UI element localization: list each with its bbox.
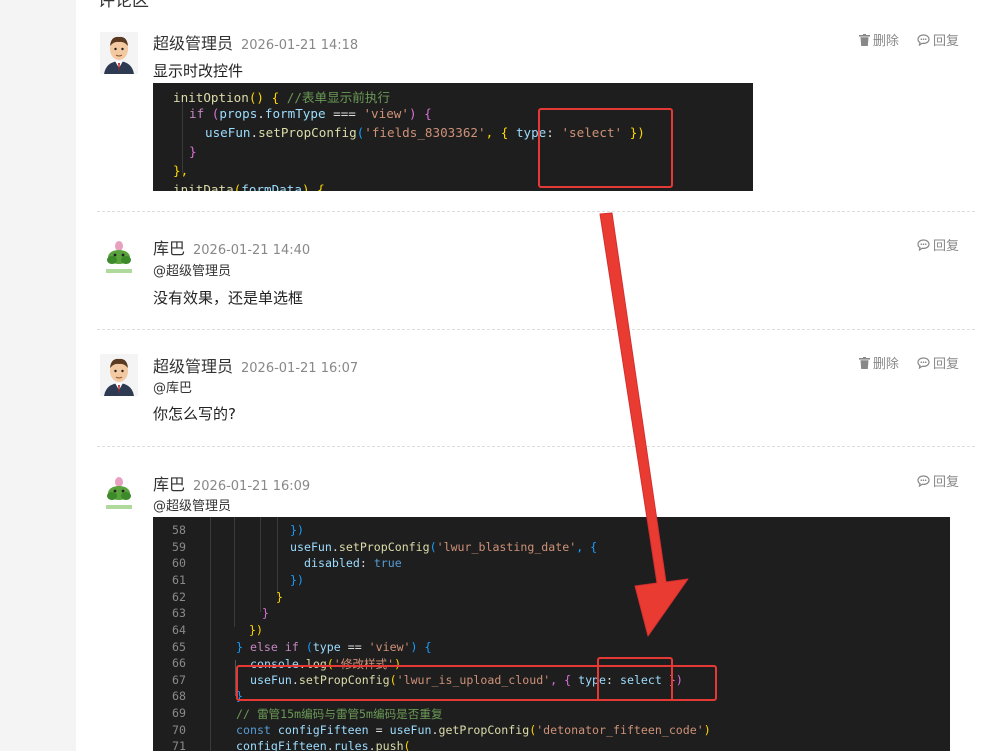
red-arrow-icon: [599, 212, 689, 637]
